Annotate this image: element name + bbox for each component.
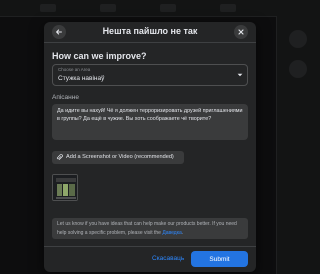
dialog-heading: How can we improve? xyxy=(52,51,147,61)
thumbnail-image xyxy=(53,175,77,200)
feedback-dialog: Нешта пайшло не так How can we improve? … xyxy=(44,22,256,272)
info-message: Let us know if you have ideas that can h… xyxy=(52,218,248,239)
back-button[interactable] xyxy=(52,25,66,39)
add-screenshot-button[interactable]: Add a Screenshot or Video (recommended) xyxy=(52,151,184,164)
screenshot-thumbnail[interactable] xyxy=(52,174,78,201)
cancel-button[interactable]: Скасаваць xyxy=(152,255,184,262)
area-select[interactable]: Choose an Area Стужка навінаў xyxy=(52,64,248,86)
caret-down-icon xyxy=(237,73,243,77)
description-textarea[interactable]: Да идите вы нахуй! Чё я должен терроризи… xyxy=(52,104,248,140)
dialog-header: Нешта пайшло не так xyxy=(44,22,256,43)
info-text: Let us know if you have ideas that can h… xyxy=(57,221,237,236)
help-center-link[interactable]: Даведка xyxy=(162,230,181,236)
area-select-value: Стужка навінаў xyxy=(58,75,105,82)
dialog-title: Нешта пайшло не так xyxy=(102,26,198,36)
close-button[interactable] xyxy=(234,25,248,39)
arrow-left-icon xyxy=(56,29,62,35)
area-select-label: Choose an Area xyxy=(58,67,91,72)
add-screenshot-label: Add a Screenshot or Video (recommended) xyxy=(66,154,174,160)
close-icon xyxy=(238,29,244,35)
dialog-footer: Скасаваць Submit xyxy=(44,246,256,273)
description-label: Апісанне xyxy=(52,94,79,101)
submit-button[interactable]: Submit xyxy=(191,251,248,267)
paperclip-icon xyxy=(56,154,63,161)
info-text-end: . xyxy=(181,229,184,236)
